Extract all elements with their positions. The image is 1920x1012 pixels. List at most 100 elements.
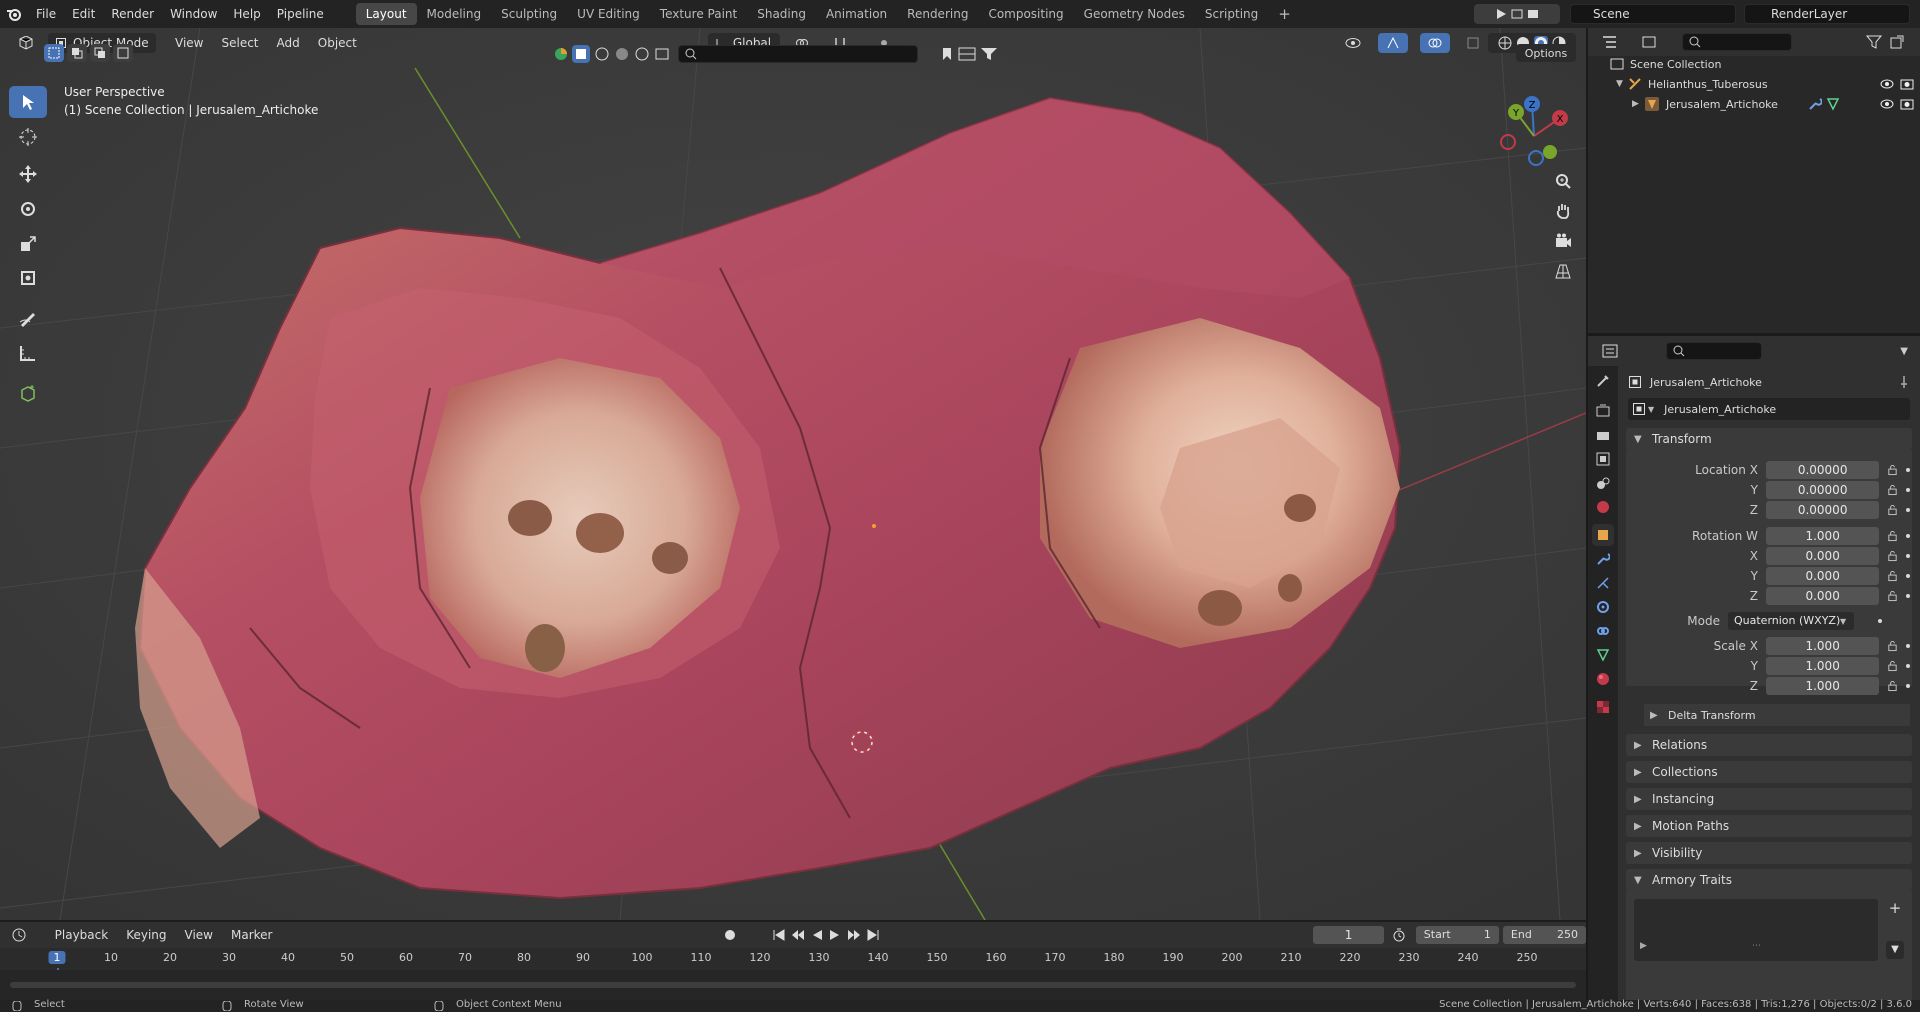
traits-list[interactable]: ▶ ⋯ xyxy=(1634,899,1878,961)
rotation-z-field[interactable]: 0.000 xyxy=(1765,587,1880,605)
keyframe-dot-icon[interactable] xyxy=(1906,508,1911,512)
select-box-tool[interactable] xyxy=(9,86,47,118)
instancing-panel-header[interactable]: ▶ Instancing xyxy=(1626,788,1912,810)
select-intersect-icon[interactable] xyxy=(113,44,133,62)
play-reverse-icon[interactable] xyxy=(811,929,823,941)
lock-icon[interactable] xyxy=(1887,590,1898,602)
rotation-x-field[interactable]: 0.000 xyxy=(1765,547,1880,565)
tab-geometry-nodes[interactable]: Geometry Nodes xyxy=(1074,3,1195,25)
stopwatch-icon[interactable] xyxy=(1392,928,1416,942)
scene-selector[interactable]: Scene xyxy=(1570,4,1736,24)
expand-chevron-icon[interactable]: ▼ xyxy=(1616,79,1628,89)
chevron-down-icon[interactable]: ▼ xyxy=(1648,405,1654,414)
scale-tool[interactable] xyxy=(9,228,47,260)
annotate-tool[interactable] xyxy=(9,302,47,334)
timeline-menu-playback[interactable]: Playback xyxy=(46,928,118,942)
expand-chevron-icon[interactable]: ▶ xyxy=(1640,941,1647,951)
visibility-icon[interactable] xyxy=(1338,33,1368,53)
transform-tool[interactable] xyxy=(9,262,47,294)
location-y-field[interactable]: 0.00000 xyxy=(1765,481,1880,499)
timeline-editor-icon[interactable] xyxy=(12,928,38,942)
keyframe-dot-icon[interactable] xyxy=(1906,664,1911,668)
select-subtract-icon[interactable] xyxy=(90,44,110,62)
lock-icon[interactable] xyxy=(1887,530,1898,542)
data-tab-icon[interactable] xyxy=(1592,644,1614,666)
constraints-tab-icon[interactable] xyxy=(1592,620,1614,642)
timeline-ruler[interactable]: 1 10 20 30 40 50 60 70 80 90 100 110 120 130 140 150 160… xyxy=(0,948,1586,1000)
play-icon[interactable] xyxy=(1495,8,1507,20)
lock-icon[interactable] xyxy=(1887,680,1898,692)
render-icon[interactable] xyxy=(1511,8,1523,20)
jump-start-icon[interactable] xyxy=(773,929,785,941)
wireframe-shading-icon[interactable] xyxy=(1498,36,1512,50)
eye-icon[interactable] xyxy=(1880,98,1894,110)
xray-icon[interactable] xyxy=(1462,33,1484,53)
menu-pipeline[interactable]: Pipeline xyxy=(269,0,332,28)
pan-hand-icon[interactable] xyxy=(1548,197,1578,225)
material-tab-icon[interactable] xyxy=(1592,668,1614,690)
options-button[interactable]: Options xyxy=(1516,44,1576,62)
keyframe-dot-icon[interactable] xyxy=(1906,574,1911,578)
rotation-y-field[interactable]: 0.000 xyxy=(1765,567,1880,585)
keyframe-dot-icon[interactable] xyxy=(1906,684,1911,688)
chevron-down-icon[interactable]: ▼ xyxy=(1886,941,1904,959)
select-new-icon[interactable] xyxy=(44,44,64,62)
visibility-panel-header[interactable]: ▶ Visibility xyxy=(1626,842,1912,864)
add-workspace-icon[interactable]: + xyxy=(1268,3,1301,25)
filter-icon-5[interactable] xyxy=(634,47,650,61)
rotation-w-field[interactable]: 1.000 xyxy=(1765,527,1880,545)
drag-handle-icon[interactable]: ⋯ xyxy=(1752,941,1761,951)
texture-tab-icon[interactable] xyxy=(1592,696,1614,718)
render-tab-icon[interactable] xyxy=(1592,400,1614,422)
location-z-field[interactable]: 0.00000 xyxy=(1765,501,1880,519)
window-icon[interactable] xyxy=(1527,8,1539,20)
zoom-icon[interactable] xyxy=(1548,167,1578,195)
output-tab-icon[interactable] xyxy=(1592,424,1614,446)
tab-layout[interactable]: Layout xyxy=(355,3,417,25)
rotation-mode-select[interactable]: Quaternion (WXYZ) xyxy=(1728,612,1854,630)
outliner-scene-collection[interactable]: Scene Collection xyxy=(1610,54,1721,74)
camera-view-icon[interactable] xyxy=(1548,227,1578,255)
tab-scripting[interactable]: Scripting xyxy=(1195,3,1268,25)
chevron-down-icon[interactable]: ▼ xyxy=(1900,346,1908,357)
tab-compositing[interactable]: Compositing xyxy=(978,3,1073,25)
scene-tab-icon[interactable] xyxy=(1592,472,1614,494)
jump-keyframe-forward-icon[interactable] xyxy=(847,929,861,941)
relations-panel-header[interactable]: ▶ Relations xyxy=(1626,734,1912,756)
location-x-field[interactable]: 0.00000 xyxy=(1765,461,1880,479)
lock-icon[interactable] xyxy=(1887,550,1898,562)
tab-shading[interactable]: Shading xyxy=(747,3,816,25)
viewport-menu-view[interactable]: View xyxy=(166,36,212,50)
modifier-tab-icon[interactable] xyxy=(1592,548,1614,570)
color-filter-icon[interactable] xyxy=(554,47,568,61)
timeline-menu-keying[interactable]: Keying xyxy=(117,928,175,942)
tab-uv-editing[interactable]: UV Editing xyxy=(567,3,650,25)
lock-icon[interactable] xyxy=(1887,660,1898,672)
outliner-item-jerusalem[interactable]: ▶ Jerusalem_Artichoke xyxy=(1632,94,1918,114)
add-cube-tool[interactable] xyxy=(9,378,47,410)
motion-paths-panel-header[interactable]: ▶ Motion Paths xyxy=(1626,815,1912,837)
scale-x-field[interactable]: 1.000 xyxy=(1765,637,1880,655)
keyframe-dot-icon[interactable] xyxy=(1906,468,1911,472)
timeline-menu-view[interactable]: View xyxy=(176,928,222,942)
filter-icon-6[interactable] xyxy=(654,47,670,61)
lock-icon[interactable] xyxy=(1887,484,1898,496)
object-data-field[interactable]: ▼ Jerusalem_Artichoke xyxy=(1628,398,1910,420)
keyframe-dot-icon[interactable] xyxy=(1878,619,1883,623)
layout-icon[interactable] xyxy=(958,47,976,61)
filter-box-icon[interactable] xyxy=(572,45,590,63)
current-frame-field[interactable]: 1 xyxy=(1313,926,1385,944)
3d-viewport[interactable]: Object Mode View Select Add Object Globa… xyxy=(0,28,1586,920)
renderlayer-selector[interactable]: RenderLayer xyxy=(1744,4,1910,24)
modifier-wrench-icon[interactable] xyxy=(1808,97,1822,111)
blender-logo-icon[interactable] xyxy=(0,0,28,28)
jump-end-icon[interactable] xyxy=(867,929,879,941)
outliner-item-helianthus[interactable]: ▼ Helianthus_Tuberosus xyxy=(1616,74,1918,94)
timeline-menu-marker[interactable]: Marker xyxy=(222,928,281,942)
render-camera-icon[interactable] xyxy=(1900,78,1914,90)
bookmark-icon[interactable] xyxy=(940,47,954,61)
viewport-menu-select[interactable]: Select xyxy=(212,36,267,50)
keyframe-dot-icon[interactable] xyxy=(1906,534,1911,538)
keyframe-dot-icon[interactable] xyxy=(1906,594,1911,598)
menu-help[interactable]: Help xyxy=(225,0,268,28)
